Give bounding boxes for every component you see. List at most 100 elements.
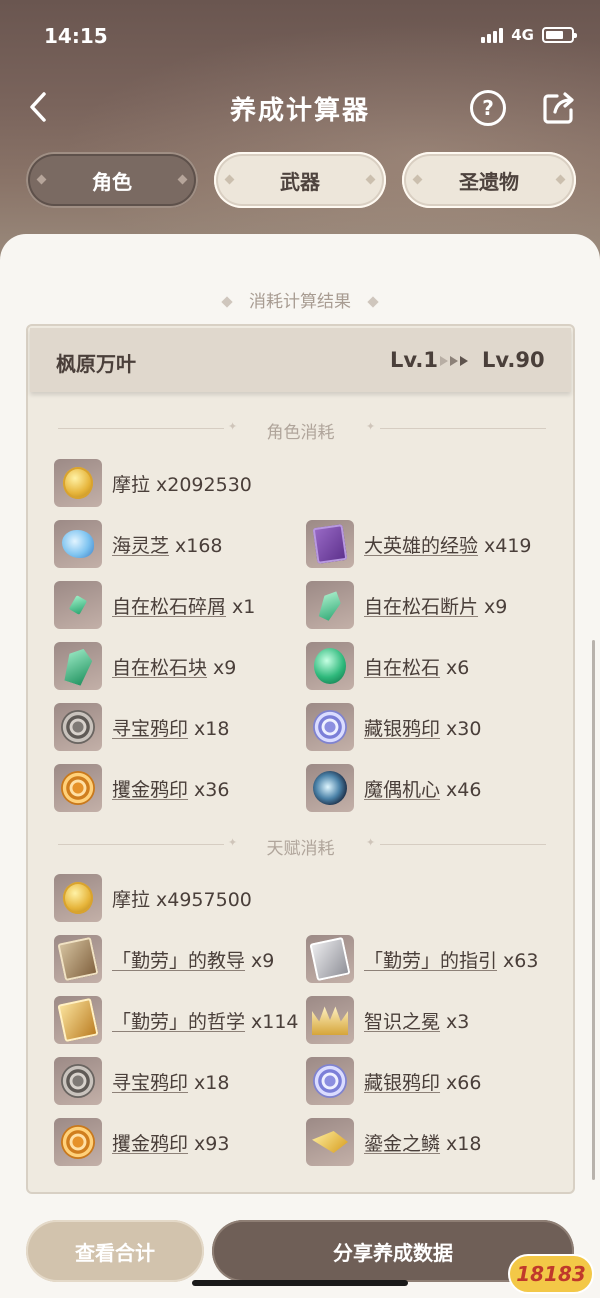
material-name: 海灵芝 bbox=[112, 534, 170, 557]
status-indicators: 4G bbox=[481, 26, 577, 44]
tab-ornament bbox=[177, 174, 188, 185]
material-qty: x9 bbox=[484, 595, 508, 618]
character-header: 枫原万叶 Lv.1 Lv.90 bbox=[30, 328, 571, 392]
tab-ornament bbox=[224, 174, 235, 185]
material-qty: x9 bbox=[251, 949, 275, 972]
material-qty: x114 bbox=[251, 1010, 299, 1033]
material-qty: x63 bbox=[503, 949, 539, 972]
talent-cost-divider: 天赋消耗 bbox=[28, 834, 573, 859]
material-name: 自在松石碎屑 bbox=[112, 595, 227, 618]
material-item[interactable]: 魔偶机心 x46 bbox=[306, 763, 481, 813]
material-item[interactable]: 鎏金之鳞 x18 bbox=[306, 1117, 481, 1167]
gilded-scale-icon bbox=[312, 1131, 348, 1153]
material-name: 魔偶机心 bbox=[364, 778, 441, 801]
material-name: 自在松石块 bbox=[112, 656, 208, 679]
diamond-ornament bbox=[367, 296, 379, 308]
golden-raven-insignia-icon bbox=[61, 1125, 95, 1159]
network-label: 4G bbox=[511, 26, 534, 44]
character-name: 枫原万叶 bbox=[56, 352, 136, 376]
tab-character[interactable]: 角色 bbox=[26, 152, 198, 208]
material-qty: x3 bbox=[446, 1010, 470, 1033]
material-qty: x4957500 bbox=[156, 888, 252, 911]
material-name: 「勤劳」的哲学 bbox=[112, 1010, 246, 1033]
material-name: 寻宝鸦印 bbox=[112, 717, 189, 740]
result-section-title: 消耗计算结果 bbox=[0, 287, 600, 312]
material-qty: x168 bbox=[175, 534, 223, 557]
level-to: Lv.90 bbox=[482, 348, 545, 372]
material-item[interactable]: 摩拉 x2092530 bbox=[54, 458, 252, 508]
view-total-button[interactable]: 查看合计 bbox=[26, 1220, 204, 1282]
tab-weapon[interactable]: 武器 bbox=[214, 152, 386, 208]
bottom-action-bar: 查看合计 分享养成数据 bbox=[0, 1218, 600, 1298]
material-item[interactable]: 「勤劳」的指引 x63 bbox=[306, 934, 538, 984]
tab-label: 圣遗物 bbox=[459, 169, 519, 194]
nav-bar: 养成计算器 ? bbox=[0, 78, 600, 138]
material-qty: x18 bbox=[194, 717, 230, 740]
material-name: 智识之冕 bbox=[364, 1010, 441, 1033]
share-icon[interactable] bbox=[541, 90, 577, 126]
material-item[interactable]: 智识之冕 x3 bbox=[306, 995, 469, 1045]
material-qty: x46 bbox=[446, 778, 482, 801]
material-name: 攫金鸦印 bbox=[112, 778, 189, 801]
golden-raven-insignia-icon bbox=[61, 771, 95, 805]
material-item[interactable]: 攫金鸦印 x93 bbox=[54, 1117, 229, 1167]
material-item[interactable]: 自在松石断片 x9 bbox=[306, 580, 507, 630]
tab-artifact[interactable]: 圣遗物 bbox=[402, 152, 576, 208]
home-indicator bbox=[192, 1280, 408, 1286]
material-item[interactable]: 大英雄的经验 x419 bbox=[306, 519, 532, 569]
help-icon[interactable]: ? bbox=[470, 90, 506, 126]
treasure-hoarder-insignia-icon bbox=[61, 1064, 95, 1098]
material-item[interactable]: 寻宝鸦印 x18 bbox=[54, 702, 229, 752]
material-item[interactable]: 海灵芝 x168 bbox=[54, 519, 223, 569]
material-item[interactable]: 摩拉 x4957500 bbox=[54, 873, 252, 923]
heros-wit-book-icon bbox=[312, 524, 348, 564]
material-qty: x6 bbox=[446, 656, 470, 679]
material-name: 藏银鸦印 bbox=[364, 717, 441, 740]
result-card: 枫原万叶 Lv.1 Lv.90 角色消耗 摩拉x2092530 海灵芝x168 … bbox=[26, 324, 575, 1194]
status-time: 14:15 bbox=[44, 24, 108, 48]
material-name: 「勤劳」的教导 bbox=[112, 949, 246, 972]
level-arrow-icon bbox=[440, 356, 468, 366]
material-item[interactable]: 自在松石 x6 bbox=[306, 641, 469, 691]
material-qty: x36 bbox=[194, 778, 230, 801]
material-name: 摩拉 bbox=[112, 888, 151, 911]
material-name: 大英雄的经验 bbox=[364, 534, 479, 557]
mora-coin-icon bbox=[63, 882, 93, 914]
material-qty: x1 bbox=[232, 595, 256, 618]
teachings-diligence-icon bbox=[57, 936, 99, 982]
material-item[interactable]: 藏银鸦印 x30 bbox=[306, 702, 481, 752]
signal-icon bbox=[481, 27, 504, 43]
maguu-kishin-icon bbox=[308, 766, 352, 810]
material-item[interactable]: 自在松石块 x9 bbox=[54, 641, 236, 691]
material-name: 寻宝鸦印 bbox=[112, 1071, 189, 1094]
tab-ornament bbox=[365, 174, 376, 185]
material-item[interactable]: 「勤劳」的教导 x9 bbox=[54, 934, 274, 984]
material-item[interactable]: 「勤劳」的哲学 x114 bbox=[54, 995, 299, 1045]
material-name: 攫金鸦印 bbox=[112, 1132, 189, 1155]
turquoise-gemstone-icon bbox=[314, 648, 346, 684]
material-item[interactable]: 藏银鸦印 x66 bbox=[306, 1056, 481, 1106]
silver-raven-insignia-icon bbox=[313, 1064, 347, 1098]
material-qty: x18 bbox=[194, 1071, 230, 1094]
scrollbar[interactable] bbox=[592, 640, 595, 1180]
material-item[interactable]: 攫金鸦印 x36 bbox=[54, 763, 229, 813]
result-sheet: 消耗计算结果 枫原万叶 Lv.1 Lv.90 角色消耗 摩拉x2092530 海… bbox=[0, 234, 600, 1298]
material-qty: x93 bbox=[194, 1132, 230, 1155]
material-qty: x30 bbox=[446, 717, 482, 740]
tab-ornament bbox=[36, 174, 47, 185]
tab-label: 角色 bbox=[92, 169, 132, 194]
battery-icon bbox=[542, 27, 577, 43]
material-item[interactable]: 寻宝鸦印 x18 bbox=[54, 1056, 229, 1106]
diamond-ornament bbox=[221, 296, 233, 308]
material-name: 自在松石断片 bbox=[364, 595, 479, 618]
tab-bar: 角色 武器 圣遗物 bbox=[26, 152, 576, 210]
material-qty: x2092530 bbox=[156, 473, 252, 496]
material-item[interactable]: 自在松石碎屑 x1 bbox=[54, 580, 255, 630]
tab-label: 武器 bbox=[280, 169, 320, 194]
mora-coin-icon bbox=[63, 467, 93, 499]
philosophies-diligence-icon bbox=[57, 997, 99, 1043]
material-name: 藏银鸦印 bbox=[364, 1071, 441, 1094]
silver-raven-insignia-icon bbox=[313, 710, 347, 744]
talent-cost-title: 天赋消耗 bbox=[266, 839, 335, 859]
turquoise-chunk-icon bbox=[61, 645, 95, 687]
